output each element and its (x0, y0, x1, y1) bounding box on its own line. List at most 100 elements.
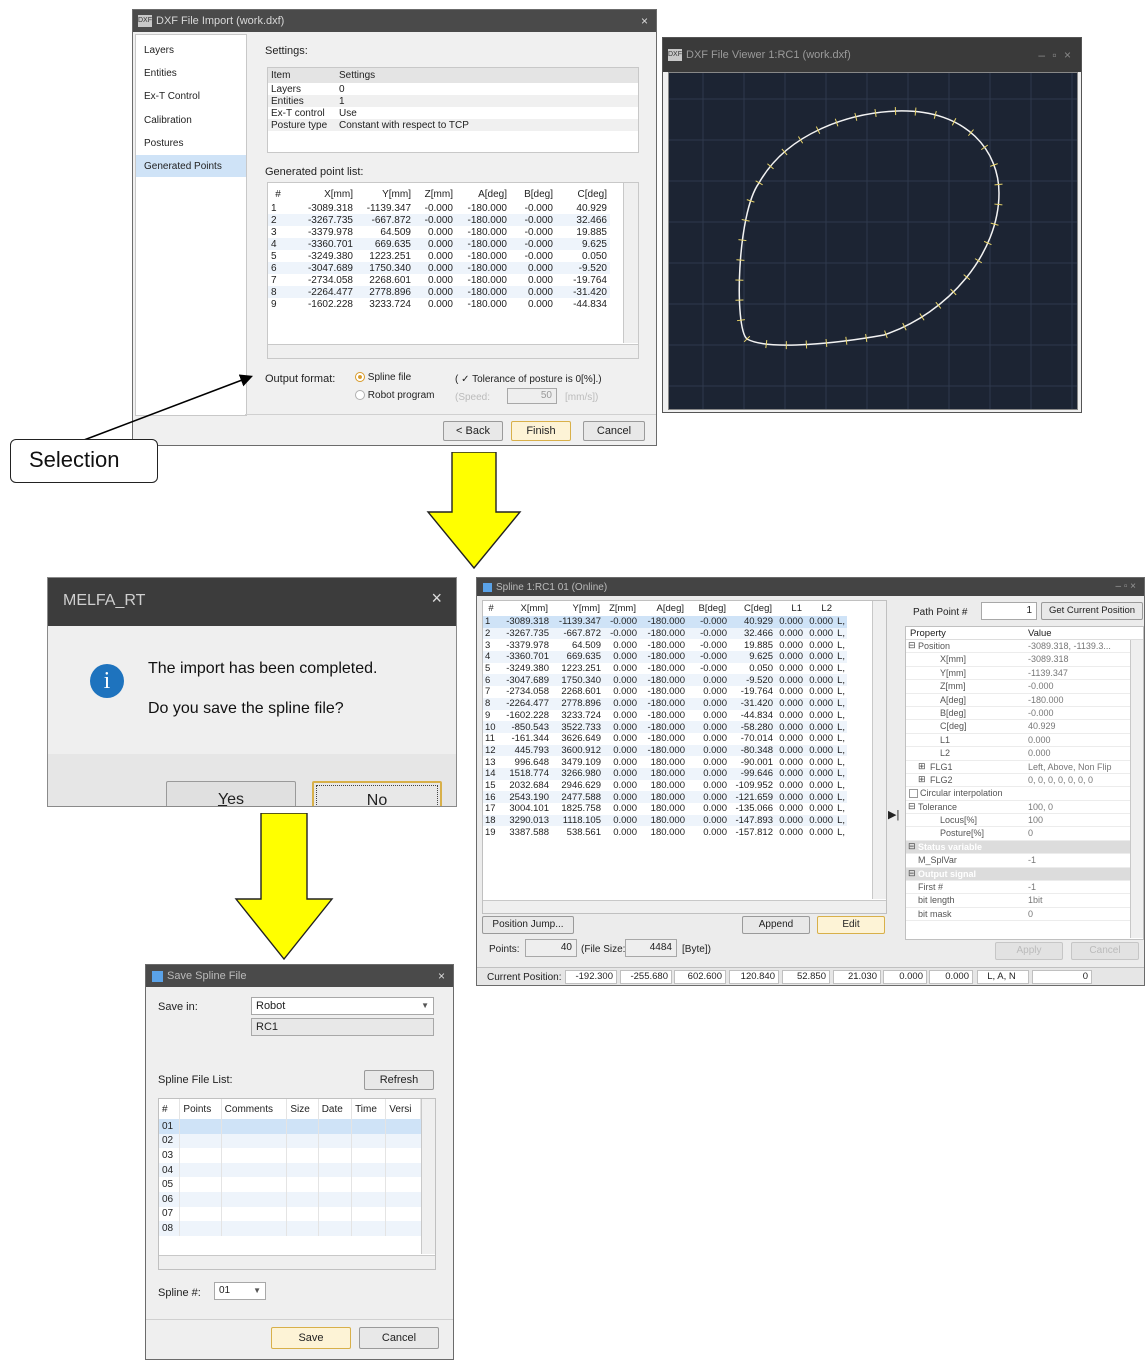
spline-row[interactable]: 17 3004.101 1825.758 0.000 180.000 0.000 -135.… (483, 803, 847, 815)
spline-row[interactable]: 10 -850.543 3522.733 0.000 -180.000 0.000 -58.… (483, 721, 847, 733)
spline-row[interactable]: 12 445.793 3600.912 0.000 -180.000 0.000 -80.3… (483, 744, 847, 757)
cancel-button[interactable]: Cancel (583, 421, 645, 441)
property-cancel-button[interactable]: Cancel (1071, 942, 1139, 960)
property-row[interactable]: L1 0.000 (906, 734, 1132, 748)
property-row[interactable]: ⊞ FLG2 0, 0, 0, 0, 0, 0, 0 (906, 774, 1132, 788)
save-cancel-button[interactable]: Cancel (359, 1327, 439, 1349)
dxf-viewer-canvas[interactable] (668, 72, 1078, 410)
spline-number-select[interactable]: 01 ▼ (214, 1282, 266, 1300)
property-row[interactable]: bit mask 0 (906, 908, 1132, 922)
position-jump-button[interactable]: Position Jump... (482, 916, 574, 934)
property-row[interactable]: Circular interpolation (906, 787, 1132, 801)
spline-row[interactable]: 2 -3267.735 -667.872 -0.000 -180.000 -0.000 32… (483, 627, 847, 640)
property-row[interactable]: ⊟ Output signal (906, 867, 1132, 882)
file-list-row[interactable]: 03 (159, 1148, 421, 1163)
spline-row[interactable]: 19 3387.588 538.561 0.000 180.000 0.000 -157.8… (483, 826, 847, 839)
file-list-vscroll[interactable] (421, 1099, 435, 1254)
property-row[interactable]: L2 0.000 (906, 747, 1132, 761)
point-row[interactable]: 4 -3360.701 669.635 0.000 -180.000 -0.000 9.62… (268, 238, 610, 250)
file-list-hscroll[interactable] (159, 1255, 435, 1269)
property-row[interactable]: First # -1 (906, 881, 1132, 895)
collapse-icon[interactable]: ⊟ (908, 868, 916, 879)
point-row[interactable]: 1 -3089.318 -1139.347 -0.000 -180.000 -0.000 4… (268, 202, 610, 214)
spline-row[interactable]: 4 -3360.701 669.635 0.000 -180.000 -0.000 9.62… (483, 651, 847, 663)
property-row[interactable]: ⊟ Position -3089.318, -1139.3... (906, 640, 1132, 654)
spline-row[interactable]: 6 -3047.689 1750.340 0.000 -180.000 0.000 -9.5… (483, 674, 847, 687)
spline-row[interactable]: 16 2543.190 2477.588 0.000 180.000 0.000 -121.… (483, 791, 847, 803)
file-list-row[interactable]: 01 (159, 1119, 421, 1134)
back-button[interactable]: < Back (443, 421, 503, 441)
close-icon[interactable]: × (438, 965, 445, 987)
file-list-row[interactable]: 08 (159, 1221, 421, 1236)
file-list-row[interactable]: 06 (159, 1191, 421, 1207)
save-in-select[interactable]: Robot ▼ (251, 997, 434, 1015)
property-row[interactable]: ⊟ Tolerance 100, 0 (906, 801, 1132, 815)
path-point-input[interactable]: 1 (981, 602, 1037, 620)
no-button[interactable]: No (312, 781, 442, 806)
spline-row[interactable]: 8 -2264.477 2778.896 0.000 -180.000 0.000 -31.… (483, 697, 847, 710)
property-row[interactable]: Z[mm] -0.000 (906, 680, 1132, 694)
collapse-icon[interactable]: ⊟ (908, 841, 916, 852)
file-list-row[interactable]: 04 (159, 1162, 421, 1178)
spline-row[interactable]: 14 1518.774 3266.980 0.000 180.000 0.000 -99.6… (483, 767, 847, 780)
property-row[interactable]: ⊞ FLG1 Left, Above, Non Flip (906, 761, 1132, 774)
tolerance-checkbox[interactable]: ( ✓ Tolerance of posture is 0[%].) (455, 374, 602, 385)
point-row[interactable]: 7 -2734.058 2268.601 0.000 -180.000 0.000 -19.… (268, 274, 610, 286)
file-list-row[interactable]: 07 (159, 1206, 421, 1222)
get-current-position-button[interactable]: Get Current Position (1041, 602, 1143, 620)
point-row[interactable]: 6 -3047.689 1750.340 0.000 -180.000 0.000 -9.5… (268, 262, 610, 274)
spline-row[interactable]: 7 -2734.058 2268.601 0.000 -180.000 0.000 -19.… (483, 686, 847, 698)
file-list-row[interactable]: 05 (159, 1177, 421, 1192)
spline-row[interactable]: 1 -3089.318 -1139.347 -0.000 -180.000 -0.000 4… (483, 616, 847, 628)
file-list-row[interactable]: 02 (159, 1133, 421, 1149)
expand-icon[interactable]: ⊞ (918, 761, 926, 772)
spline-cell: 0.000 (809, 733, 833, 745)
point-row[interactable]: 9 -1602.228 3233.724 0.000 -180.000 0.000 -44.… (268, 298, 610, 310)
save-button[interactable]: Save (271, 1327, 351, 1349)
window-controls-icon[interactable]: – ▫ × (1115, 578, 1136, 596)
property-row[interactable]: X[mm] -3089.318 (906, 653, 1132, 667)
property-row[interactable]: Locus[%] 100 (906, 814, 1132, 828)
point-row[interactable]: 5 -3249.380 1223.251 0.000 -180.000 -0.000 0.0… (268, 250, 610, 262)
append-button[interactable]: Append (742, 916, 810, 934)
checkbox-icon[interactable] (909, 789, 918, 799)
point-row[interactable]: 2 -3267.735 -667.872 -0.000 -180.000 -0.000 32… (268, 214, 610, 226)
point-row[interactable]: 8 -2264.477 2778.896 0.000 -180.000 0.000 -31.… (268, 286, 610, 298)
spline-row[interactable]: 13 996.648 3479.109 0.000 180.000 0.000 -90.00… (483, 756, 847, 768)
radio-robot-program[interactable]: Robot program (355, 390, 434, 401)
spline-row[interactable]: 18 3290.013 1118.105 0.000 180.000 0.000 -147.… (483, 814, 847, 827)
finish-button[interactable]: Finish (511, 421, 571, 441)
speed-input[interactable]: 50 (507, 388, 557, 404)
property-row[interactable]: ⊟ Status variable (906, 840, 1132, 855)
close-icon[interactable]: × (431, 588, 442, 609)
property-row[interactable]: bit length 1bit (906, 894, 1132, 908)
property-row[interactable]: Y[mm] -1139.347 (906, 667, 1132, 681)
collapse-icon[interactable]: ⊟ (908, 801, 916, 812)
refresh-button[interactable]: Refresh (364, 1070, 434, 1090)
spline-row[interactable]: 11 -161.344 3626.649 0.000 -180.000 0.000 -70.… (483, 732, 847, 745)
property-row[interactable]: B[deg] -0.000 (906, 707, 1132, 721)
expand-panel-icon[interactable]: ▶| (888, 808, 899, 821)
apply-button[interactable]: Apply (995, 942, 1063, 960)
collapse-icon[interactable]: ⊟ (908, 640, 916, 651)
window-controls-icon[interactable]: – ▫ × (1038, 38, 1073, 72)
close-icon[interactable]: × (641, 10, 648, 32)
edit-button[interactable]: Edit (817, 916, 885, 934)
yes-button[interactable]: Yes (166, 781, 296, 806)
radio-spline-file[interactable]: Spline file (355, 372, 411, 383)
point-row[interactable]: 3 -3379.978 64.509 0.000 -180.000 -0.000 19.88… (268, 226, 610, 238)
property-vscroll[interactable] (1130, 640, 1143, 938)
point-list-vscroll[interactable] (623, 183, 638, 343)
spline-row[interactable]: 15 2032.684 2946.629 0.000 180.000 0.000 -109.… (483, 779, 847, 792)
property-row[interactable]: Posture[%] 0 (906, 827, 1132, 841)
spline-row[interactable]: 3 -3379.978 64.509 0.000 -180.000 -0.000 19.88… (483, 639, 847, 652)
spline-row[interactable]: 5 -3249.380 1223.251 0.000 -180.000 -0.000 0.0… (483, 662, 847, 675)
spline-grid-vscroll[interactable] (872, 601, 886, 899)
property-row[interactable]: M_SplVar -1 (906, 854, 1132, 868)
point-list-hscroll[interactable] (268, 344, 638, 358)
expand-icon[interactable]: ⊞ (918, 774, 926, 785)
property-row[interactable]: A[deg] -180.000 (906, 694, 1132, 707)
spline-grid-hscroll[interactable] (483, 900, 886, 913)
property-row[interactable]: C[deg] 40.929 (906, 720, 1132, 734)
spline-row[interactable]: 9 -1602.228 3233.724 0.000 -180.000 0.000 -44.… (483, 709, 847, 722)
